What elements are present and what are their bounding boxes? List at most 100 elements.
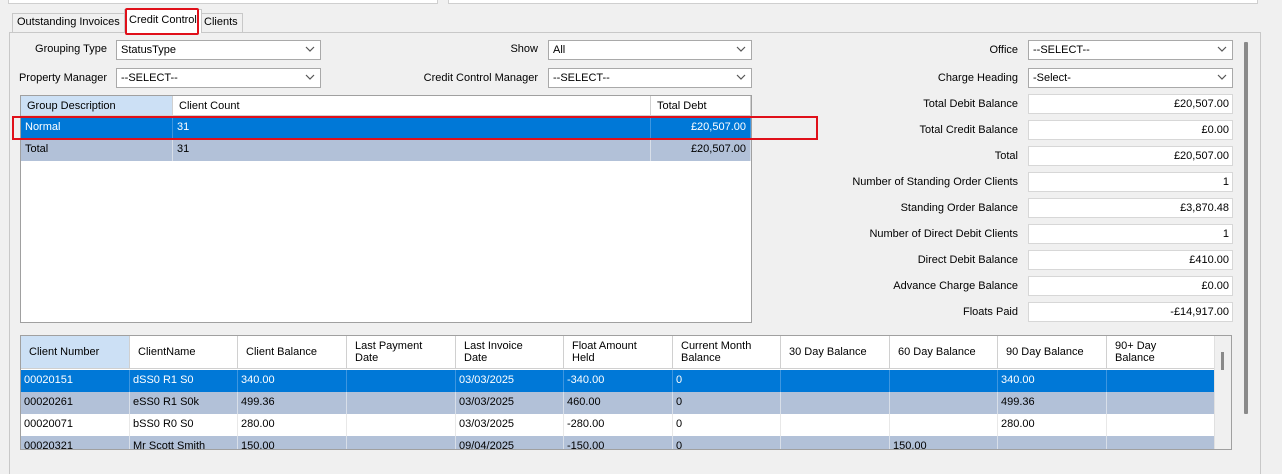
table-row[interactable]: 00020151 dSS0 R1 S0 340.00 03/03/2025 -3… xyxy=(21,370,1216,392)
90-day-balance-cell: 340.00 xyxy=(998,370,1107,392)
column-header-60-day-balance[interactable]: 60 Day Balance xyxy=(890,336,998,369)
total-debt-cell: £20,507.00 xyxy=(651,139,751,161)
grouping-type-value: StatusType xyxy=(121,44,177,56)
column-header-90-plus-day-balance[interactable]: 90+ Day Balance xyxy=(1107,336,1216,369)
30-day-balance-cell xyxy=(781,436,890,449)
60-day-balance-cell: 150.00 xyxy=(890,436,998,449)
60-day-balance-cell xyxy=(890,370,998,392)
total-field: £20,507.00 xyxy=(1028,146,1233,166)
last-payment-date-cell xyxy=(347,392,456,414)
chevron-down-icon xyxy=(305,46,315,52)
60-day-balance-cell xyxy=(890,414,998,436)
group-description-cell: Total xyxy=(21,139,173,161)
total-label: Total xyxy=(994,150,1018,162)
top-panel-left xyxy=(8,0,438,4)
client-grid-scrollbar[interactable] xyxy=(1214,336,1231,449)
client-name-cell: Mr Scott Smith xyxy=(130,436,238,449)
panel-scrollbar[interactable] xyxy=(1237,36,1255,448)
60-day-balance-cell xyxy=(890,392,998,414)
client-balance-cell: 499.36 xyxy=(238,392,347,414)
floats-paid-field: -£14,917.00 xyxy=(1028,302,1233,322)
column-header-total-debt[interactable]: Total Debt xyxy=(651,96,751,116)
credit-control-manager-select[interactable]: --SELECT-- xyxy=(548,68,752,88)
current-month-balance-cell: 0 xyxy=(673,392,781,414)
column-header-group-description[interactable]: Group Description xyxy=(21,96,173,116)
last-payment-date-cell xyxy=(347,370,456,392)
90-plus-day-balance-cell xyxy=(1107,392,1216,414)
last-invoice-date-cell: 03/03/2025 xyxy=(456,392,564,414)
client-number-cell: 00020151 xyxy=(21,370,130,392)
chevron-down-icon xyxy=(1217,74,1227,80)
total-debit-balance-label: Total Debit Balance xyxy=(923,98,1018,110)
scrollbar-thumb[interactable] xyxy=(1244,42,1248,414)
property-manager-value: --SELECT-- xyxy=(121,72,178,84)
property-manager-label: Property Manager xyxy=(18,72,107,84)
column-header-last-payment-date[interactable]: Last Payment Date xyxy=(347,336,456,369)
charge-heading-label: Charge Heading xyxy=(937,72,1018,84)
direct-debit-clients-label: Number of Direct Debit Clients xyxy=(869,228,1018,240)
90-plus-day-balance-cell xyxy=(1107,414,1216,436)
90-day-balance-cell xyxy=(998,436,1107,449)
table-row[interactable]: 00020321 Mr Scott Smith 150.00 09/04/202… xyxy=(21,436,1216,449)
direct-debit-clients-field: 1 xyxy=(1028,224,1233,244)
standing-order-clients-label: Number of Standing Order Clients xyxy=(852,176,1018,188)
last-invoice-date-cell: 03/03/2025 xyxy=(456,414,564,436)
standing-order-clients-field: 1 xyxy=(1028,172,1233,192)
float-amount-held-cell: -280.00 xyxy=(564,414,673,436)
client-name-cell: bSS0 R0 S0 xyxy=(130,414,238,436)
property-manager-select[interactable]: --SELECT-- xyxy=(116,68,321,88)
table-row[interactable]: Total 31 £20,507.00 xyxy=(21,139,751,161)
client-balance-cell: 150.00 xyxy=(238,436,347,449)
client-number-cell: 00020261 xyxy=(21,392,130,414)
column-header-client-balance[interactable]: Client Balance xyxy=(238,336,347,369)
90-day-balance-cell: 280.00 xyxy=(998,414,1107,436)
column-header-client-name[interactable]: ClientName xyxy=(130,336,238,369)
standing-order-balance-field: £3,870.48 xyxy=(1028,198,1233,218)
table-row[interactable]: 00020071 bSS0 R0 S0 280.00 03/03/2025 -2… xyxy=(21,414,1216,436)
office-select[interactable]: --SELECT-- xyxy=(1028,40,1233,60)
last-payment-date-cell xyxy=(347,436,456,449)
last-payment-date-cell xyxy=(347,414,456,436)
column-header-90-day-balance[interactable]: 90 Day Balance xyxy=(998,336,1107,369)
show-select[interactable]: All xyxy=(548,40,752,60)
column-header-current-month-balance[interactable]: Current Month Balance xyxy=(673,336,781,369)
office-label: Office xyxy=(989,44,1018,56)
direct-debit-balance-field: £410.00 xyxy=(1028,250,1233,270)
client-name-cell: dSS0 R1 S0 xyxy=(130,370,238,392)
column-header-float-amount-held[interactable]: Float Amount Held xyxy=(564,336,673,369)
30-day-balance-cell xyxy=(781,392,890,414)
client-balance-cell: 280.00 xyxy=(238,414,347,436)
column-header-client-number[interactable]: Client Number xyxy=(21,336,130,369)
table-row[interactable]: 00020261 eSS0 R1 S0k 499.36 03/03/2025 4… xyxy=(21,392,1216,414)
charge-heading-select[interactable]: -Select- xyxy=(1028,68,1233,88)
float-amount-held-cell: -340.00 xyxy=(564,370,673,392)
standing-order-balance-label: Standing Order Balance xyxy=(900,202,1018,214)
column-header-client-count[interactable]: Client Count xyxy=(173,96,651,116)
chevron-down-icon xyxy=(305,74,315,80)
show-value: All xyxy=(553,44,566,56)
summary-grid-header: Group Description Client Count Total Deb… xyxy=(21,96,751,116)
direct-debit-balance-label: Direct Debit Balance xyxy=(917,254,1018,266)
90-plus-day-balance-cell xyxy=(1107,436,1216,449)
charge-heading-value: -Select- xyxy=(1033,72,1071,84)
column-header-30-day-balance[interactable]: 30 Day Balance xyxy=(781,336,890,369)
advance-charge-balance-field: £0.00 xyxy=(1028,276,1233,296)
tab-outstanding-invoices[interactable]: Outstanding Invoices xyxy=(12,13,125,32)
advance-charge-balance-label: Advance Charge Balance xyxy=(893,280,1018,292)
tab-clients[interactable]: Clients xyxy=(199,13,243,32)
credit-control-manager-value: --SELECT-- xyxy=(553,72,610,84)
column-header-last-invoice-date[interactable]: Last Invoice Date xyxy=(456,336,564,369)
90-day-balance-cell: 499.36 xyxy=(998,392,1107,414)
90-plus-day-balance-cell xyxy=(1107,370,1216,392)
30-day-balance-cell xyxy=(781,414,890,436)
current-month-balance-cell: 0 xyxy=(673,436,781,449)
last-invoice-date-cell: 03/03/2025 xyxy=(456,370,564,392)
30-day-balance-cell xyxy=(781,370,890,392)
grouping-type-select[interactable]: StatusType xyxy=(116,40,321,60)
row-highlight-box xyxy=(12,116,818,140)
scrollbar-thumb[interactable] xyxy=(1221,352,1224,370)
tab-highlight-box xyxy=(125,8,199,35)
total-debit-balance-field: £20,507.00 xyxy=(1028,94,1233,114)
chevron-down-icon xyxy=(1217,46,1227,52)
total-credit-balance-field: £0.00 xyxy=(1028,120,1233,140)
